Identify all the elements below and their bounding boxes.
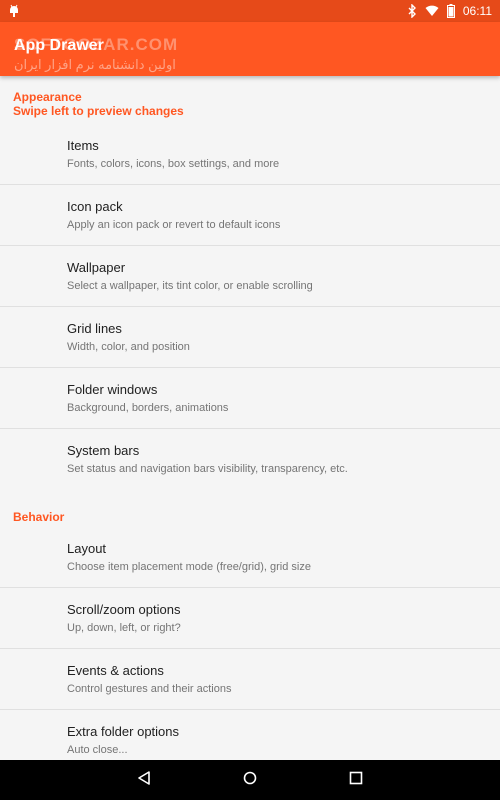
pref-title: System bars (67, 443, 140, 458)
appearance-header-hint: Swipe left to preview changes (13, 104, 184, 118)
pref-title: Grid lines (67, 321, 122, 336)
pref-item-system-bars[interactable]: System bars Set status and navigation ba… (0, 429, 500, 490)
section-header-appearance: Appearance Swipe left to preview changes (0, 76, 500, 124)
pref-title: Scroll/zoom options (67, 602, 181, 617)
pref-item-layout[interactable]: Layout Choose item placement mode (free/… (0, 527, 500, 588)
home-button[interactable] (197, 760, 303, 800)
status-bar: 06:11 (0, 0, 500, 22)
pref-summary: Choose item placement mode (free/grid), … (67, 561, 311, 573)
home-icon (243, 771, 257, 790)
navigation-bar (0, 760, 500, 800)
pref-summary: Control gestures and their actions (67, 683, 232, 695)
pref-summary: Set status and navigation bars visibilit… (67, 463, 348, 475)
app-bar: SOFTGOZAR.COM App Drawer اولین دانشنامه … (0, 22, 500, 76)
pref-summary: Auto close... (67, 744, 128, 756)
pref-title: Layout (67, 541, 107, 556)
watermark-subtitle: اولین دانشنامه نرم افزار ایران (14, 57, 176, 72)
pref-item-extra-folder-options[interactable]: Extra folder options Auto close... (0, 710, 500, 760)
pref-summary: Background, borders, animations (67, 402, 229, 414)
pref-item-grid-lines[interactable]: Grid lines Width, color, and position (0, 307, 500, 368)
pref-title: Icon pack (67, 199, 123, 214)
pref-item-events-actions[interactable]: Events & actions Control gestures and th… (0, 649, 500, 710)
android-debug-icon (8, 4, 20, 18)
pref-item-icon-pack[interactable]: Icon pack Apply an icon pack or revert t… (0, 185, 500, 246)
pref-title: Events & actions (67, 663, 164, 678)
pref-title: Folder windows (67, 382, 158, 397)
pref-summary: Apply an icon pack or revert to default … (67, 219, 281, 231)
back-button[interactable] (91, 760, 197, 800)
pref-item-folder-windows[interactable]: Folder windows Background, borders, anim… (0, 368, 500, 429)
pref-title: Extra folder options (67, 724, 180, 739)
pref-summary: Fonts, colors, icons, box settings, and … (67, 158, 280, 170)
pref-title: Items (67, 138, 99, 153)
pref-title: Wallpaper (67, 260, 126, 275)
page-title: App Drawer (14, 37, 104, 54)
recents-icon (349, 771, 363, 790)
bluetooth-icon (407, 4, 417, 18)
back-icon (137, 770, 151, 790)
pref-item-items[interactable]: Items Fonts, colors, icons, box settings… (0, 124, 500, 185)
status-time: 06:11 (462, 4, 492, 18)
wifi-icon (425, 5, 439, 17)
battery-icon (446, 4, 455, 18)
pref-summary: Select a wallpaper, its tint color, or e… (67, 280, 313, 292)
recents-button[interactable] (303, 760, 409, 800)
section-header-behavior: Behavior (13, 510, 65, 524)
appearance-header-title: Appearance (13, 90, 82, 104)
pref-item-wallpaper[interactable]: Wallpaper Select a wallpaper, its tint c… (0, 246, 500, 307)
pref-item-scroll-zoom[interactable]: Scroll/zoom options Up, down, left, or r… (0, 588, 500, 649)
pref-summary: Width, color, and position (67, 341, 190, 353)
settings-list[interactable]: Appearance Swipe left to preview changes… (0, 76, 500, 760)
pref-summary: Up, down, left, or right? (67, 622, 181, 634)
